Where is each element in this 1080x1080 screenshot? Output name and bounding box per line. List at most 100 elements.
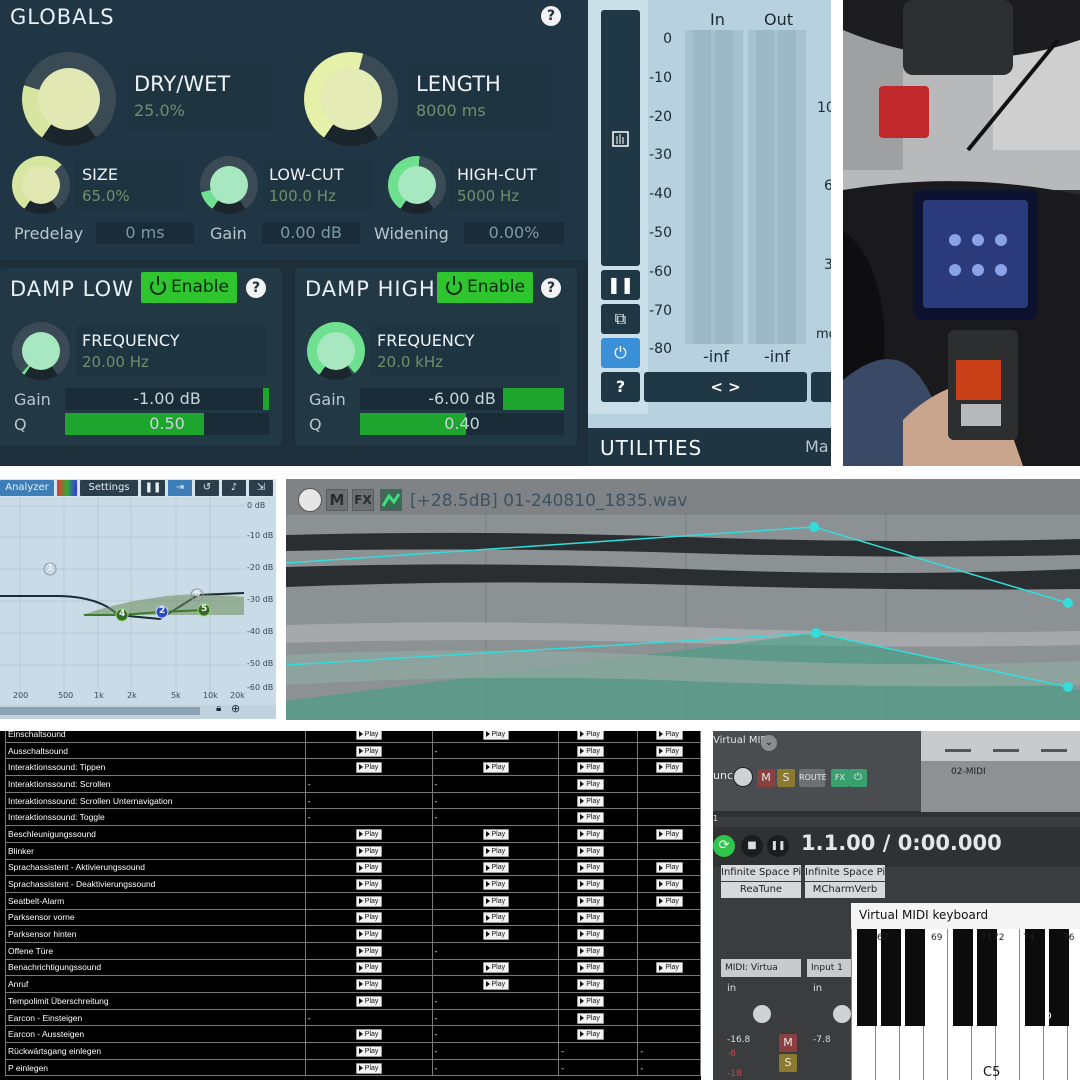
play-button[interactable]: Play [355, 828, 383, 840]
play-button[interactable]: Play [656, 862, 683, 874]
damp-low-gain-slider[interactable]: -1.00 dB [65, 388, 269, 410]
eq-band-node-label[interactable]: 4 [119, 609, 125, 619]
mute-button[interactable]: M [326, 489, 348, 511]
play-button[interactable]: Play [577, 1012, 604, 1024]
route-button[interactable]: ROUTE [799, 769, 827, 787]
meter-help-button[interactable]: ? [601, 372, 640, 402]
export-icon[interactable]: ⇲ [249, 480, 273, 496]
mixer-mute-button[interactable]: M [779, 1034, 797, 1052]
play-button[interactable]: Play [577, 862, 604, 874]
damp-high-q-slider[interactable]: 0.40 [360, 413, 564, 435]
midi-item-label[interactable]: 02-MIDI [951, 767, 986, 777]
black-key[interactable] [1049, 929, 1069, 1026]
damp-high-gain-slider[interactable]: -6.00 dB [360, 388, 564, 410]
play-button[interactable]: Play [577, 812, 604, 824]
eq-band-node-label[interactable]: 5 [201, 604, 207, 614]
damp-low-q-slider[interactable]: 0.50 [65, 413, 269, 435]
black-key[interactable] [977, 929, 997, 1026]
play-button[interactable]: Play [355, 1029, 383, 1041]
black-key[interactable] [905, 929, 925, 1026]
play-button[interactable]: Play [577, 762, 604, 774]
play-button[interactable]: Play [656, 828, 683, 840]
play-button[interactable]: Play [577, 795, 604, 807]
play-button[interactable]: Play [355, 879, 383, 891]
pause-icon[interactable]: ❚❚ [141, 480, 165, 496]
play-button[interactable]: Play [355, 731, 383, 740]
play-button[interactable]: Play [577, 945, 604, 957]
play-button[interactable]: Play [355, 912, 383, 924]
analyzer-tab[interactable]: Analyzer [0, 480, 54, 496]
play-button[interactable]: Play [577, 979, 604, 991]
play-button[interactable]: Play [482, 962, 510, 974]
high-cut-knob[interactable] [388, 156, 446, 214]
play-button[interactable]: Play [355, 929, 383, 941]
fx-button[interactable]: FX [352, 489, 374, 511]
track-solo-button[interactable]: S [777, 769, 795, 787]
play-button[interactable]: Play [577, 1029, 604, 1041]
fx-slot-2[interactable]: ReaTune [721, 882, 801, 898]
low-cut-knob[interactable] [200, 156, 258, 214]
fx-slot-3[interactable]: Infinite Space Pia [805, 865, 885, 881]
play-button[interactable]: Play [355, 1062, 383, 1074]
pause-icon[interactable]: ❚❚ [767, 835, 789, 857]
play-button[interactable]: Play [355, 862, 383, 874]
nav-extra-button[interactable] [811, 372, 831, 402]
fx-slot-4[interactable]: MCharmVerb [805, 882, 885, 898]
loop-icon[interactable]: ⟳ [713, 835, 735, 857]
waveform-display[interactable] [286, 515, 1080, 720]
play-button[interactable]: Play [482, 731, 510, 740]
link-icon[interactable]: ⇥ [168, 480, 192, 496]
nav-arrows-button[interactable]: < > [644, 372, 807, 402]
play-button[interactable]: Play [355, 895, 383, 907]
play-button[interactable]: Play [577, 745, 604, 757]
play-button[interactable]: Play [577, 828, 604, 840]
play-button[interactable]: Play [355, 762, 383, 774]
track-fx-button[interactable]: FX [831, 769, 849, 787]
play-button[interactable]: Play [355, 995, 383, 1007]
play-button[interactable]: Play [577, 962, 604, 974]
play-button[interactable]: Play [355, 845, 383, 857]
predelay-slider[interactable]: 0 ms [96, 222, 194, 244]
note-icon[interactable]: ♪ [222, 480, 246, 496]
globals-help-button[interactable]: ? [541, 6, 561, 26]
fx-slot-1[interactable]: Infinite Space Pia [721, 865, 801, 881]
play-button[interactable]: Play [482, 912, 510, 924]
dry-wet-value[interactable]: 25.0% [134, 101, 185, 120]
damp-low-frequency-value[interactable]: 20.00 Hz [82, 353, 149, 371]
play-button[interactable]: Play [482, 929, 510, 941]
track-volume-knob[interactable] [733, 767, 753, 787]
eq-band-node-label[interactable]: 2 [159, 606, 165, 616]
damp-low-frequency-knob[interactable] [12, 322, 70, 380]
play-button[interactable]: Play [355, 979, 383, 991]
play-button[interactable]: Play [656, 731, 683, 740]
play-button[interactable]: Play [482, 762, 510, 774]
eq-band-node-label[interactable]: 6 [194, 589, 200, 599]
white-key[interactable] [995, 929, 1019, 1080]
play-button[interactable]: Play [355, 962, 383, 974]
play-button[interactable]: Play [656, 962, 683, 974]
play-button[interactable]: Play [577, 912, 604, 924]
widening-slider[interactable]: 0.00% [464, 222, 564, 244]
item-volume-knob[interactable] [298, 488, 322, 512]
high-cut-value[interactable]: 5000 Hz [457, 187, 519, 205]
black-key[interactable] [1025, 929, 1045, 1026]
damp-high-frequency-knob[interactable] [307, 322, 365, 380]
spectrum-color-icon[interactable] [57, 480, 77, 496]
play-button[interactable]: Play [577, 895, 604, 907]
play-button[interactable]: Play [577, 879, 604, 891]
play-button[interactable]: Play [656, 745, 683, 757]
size-value[interactable]: 65.0% [82, 187, 130, 205]
play-button[interactable]: Play [482, 895, 510, 907]
play-button[interactable]: Play [355, 945, 383, 957]
eq-band-node-label[interactable]: 1 [47, 563, 53, 573]
undo-icon[interactable]: ↺ [195, 480, 219, 496]
damp-low-enable-button[interactable]: Enable [141, 272, 237, 303]
play-button[interactable]: Play [355, 1045, 383, 1057]
play-button[interactable]: Play [656, 895, 683, 907]
stop-icon[interactable]: ■ [741, 835, 763, 857]
damp-low-help-button[interactable]: ? [246, 278, 266, 298]
play-button[interactable]: Play [482, 979, 510, 991]
length-value[interactable]: 8000 ms [416, 101, 486, 120]
play-button[interactable]: Play [355, 745, 383, 757]
length-knob[interactable] [304, 52, 398, 146]
